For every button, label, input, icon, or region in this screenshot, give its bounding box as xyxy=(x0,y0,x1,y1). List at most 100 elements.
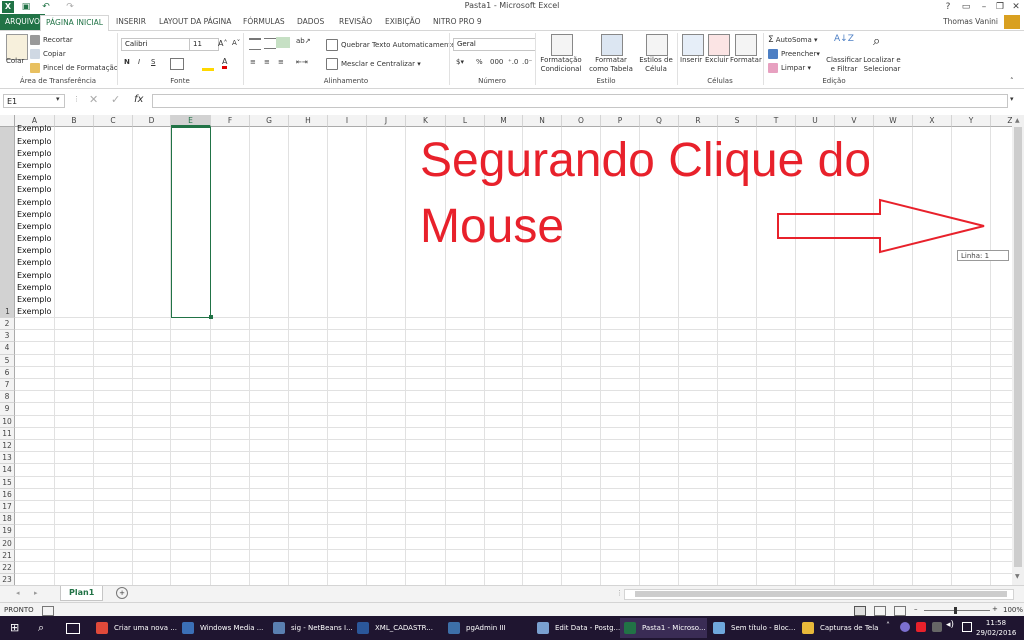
row-header-21[interactable]: 21 xyxy=(0,549,15,562)
percent-icon[interactable]: % xyxy=(476,58,483,66)
cell-a-text[interactable]: Exemplo xyxy=(15,222,51,231)
zoom-slider[interactable] xyxy=(924,607,990,614)
cell-a-text[interactable]: Exemplo xyxy=(15,283,51,292)
horizontal-scrollbar[interactable] xyxy=(624,589,1014,600)
cell-a-text[interactable]: Exemplo xyxy=(15,258,51,267)
row-header-9[interactable]: 9 xyxy=(0,403,15,416)
column-header-c[interactable]: C xyxy=(94,115,133,127)
row-header-3[interactable]: 3 xyxy=(0,330,15,343)
row-header-20[interactable]: 20 xyxy=(0,537,15,550)
zoom-in-icon[interactable]: + xyxy=(992,605,998,613)
add-sheet-icon[interactable]: + xyxy=(116,587,128,599)
cell-a-text[interactable]: Exemplo xyxy=(15,173,51,182)
paste-button[interactable]: Colar xyxy=(6,57,24,65)
cell-a-text[interactable]: Exemplo xyxy=(15,198,51,207)
autosum-button[interactable]: Σ AutoSoma ▾ xyxy=(768,35,818,45)
minimize-icon[interactable]: – xyxy=(976,0,992,14)
tab-file[interactable]: ARQUIVO xyxy=(0,14,45,30)
underline-button[interactable]: S xyxy=(151,58,155,66)
tray-app-icon[interactable] xyxy=(900,622,910,632)
help-icon[interactable]: ? xyxy=(940,0,956,14)
fill-handle[interactable] xyxy=(209,315,213,319)
tab-split-icon[interactable]: ⋮ xyxy=(616,589,623,597)
insert-function-icon[interactable]: fx xyxy=(134,94,143,105)
column-header-t[interactable]: T xyxy=(757,115,796,127)
column-header-b[interactable]: B xyxy=(55,115,94,127)
taskbar-item[interactable]: Edit Data - Postg... xyxy=(533,618,620,638)
orientation-icon[interactable]: ab↗ xyxy=(296,37,311,45)
row-header-6[interactable]: 6 xyxy=(0,366,15,379)
tray-chevron-icon[interactable]: ˄ xyxy=(886,621,890,630)
taskbar-item[interactable]: Sem título - Bloc... xyxy=(709,618,796,638)
cell-a-text[interactable]: Exemplo xyxy=(15,124,51,133)
h-scroll-thumb[interactable] xyxy=(635,591,1007,597)
column-header-j[interactable]: J xyxy=(367,115,406,127)
start-icon[interactable]: ⊞ xyxy=(10,622,22,634)
user-name[interactable]: Thomas Vanini xyxy=(943,17,998,26)
cell-styles-button[interactable]: Estilos de Célula xyxy=(638,56,674,74)
cell-a-text[interactable]: Exemplo xyxy=(15,295,51,304)
indent-icon[interactable]: ⇤⇥ xyxy=(296,58,308,66)
row-header-22[interactable]: 22 xyxy=(0,562,15,575)
zoom-out-icon[interactable]: – xyxy=(914,605,918,613)
format-painter-button[interactable]: Pincel de Formatação xyxy=(30,63,118,73)
cell-a-text[interactable]: Exemplo xyxy=(15,210,51,219)
merge-center-button[interactable]: Mesclar e Centralizar ▾ xyxy=(326,58,421,70)
column-header-h[interactable]: H xyxy=(289,115,328,127)
row-header-18[interactable]: 18 xyxy=(0,513,15,526)
insert-cells-button[interactable]: Inserir xyxy=(680,56,702,64)
sheet-tab-plan1[interactable]: Plan1 xyxy=(60,586,104,601)
ribbon-options-icon[interactable]: ▭ xyxy=(958,0,974,14)
wrap-text-button[interactable]: Quebrar Texto Automaticamente xyxy=(326,39,455,51)
clock[interactable]: 11:58 29/02/2016 xyxy=(976,618,1016,638)
page-layout-view-icon[interactable] xyxy=(874,606,886,616)
column-header-p[interactable]: P xyxy=(601,115,640,127)
comma-icon[interactable]: 000 xyxy=(490,58,503,66)
taskbar-item[interactable]: Criar uma nova ... xyxy=(92,618,177,638)
number-format-select[interactable]: Geral xyxy=(453,38,536,51)
next-sheet-icon[interactable]: ▸ xyxy=(34,589,38,597)
selection-range[interactable] xyxy=(171,127,211,318)
row-header-12[interactable]: 12 xyxy=(0,440,15,453)
tab-insert[interactable]: INSERIR xyxy=(111,15,151,29)
fill-button[interactable]: Preencher▾ xyxy=(768,49,820,59)
row-header-2[interactable]: 2 xyxy=(0,318,15,331)
fill-color-icon[interactable] xyxy=(202,58,214,71)
column-header-r[interactable]: R xyxy=(679,115,718,127)
tab-view[interactable]: EXIBIÇÃO xyxy=(380,15,426,29)
font-size-select[interactable]: 11 xyxy=(189,38,219,51)
tab-home[interactable]: PÁGINA INICIAL xyxy=(40,15,109,32)
find-select-button[interactable]: Localizar e Selecionar xyxy=(862,56,902,74)
column-header-s[interactable]: S xyxy=(718,115,757,127)
row-header-10[interactable]: 10 xyxy=(0,415,15,428)
tab-formulas[interactable]: FÓRMULAS xyxy=(238,15,290,29)
cell-a-text[interactable]: Exemplo xyxy=(15,234,51,243)
vertical-scrollbar[interactable]: ▲ ▼ xyxy=(1012,115,1024,585)
column-header-m[interactable]: M xyxy=(485,115,523,127)
tab-nitro[interactable]: NITRO PRO 9 xyxy=(428,15,487,29)
row-header-4[interactable]: 4 xyxy=(0,342,15,355)
borders-icon[interactable] xyxy=(170,58,184,70)
enter-icon[interactable]: ✓ xyxy=(111,93,120,106)
column-header-d[interactable]: D xyxy=(133,115,171,127)
sort-filter-button[interactable]: Classificar e Filtrar xyxy=(826,56,862,74)
tab-review[interactable]: REVISÃO xyxy=(334,15,377,29)
row-header-5[interactable]: 5 xyxy=(0,354,15,367)
taskbar-item[interactable]: XML_CADASTR... xyxy=(353,618,442,638)
task-view-icon[interactable] xyxy=(66,623,80,634)
row-header-19[interactable]: 19 xyxy=(0,525,15,538)
formula-input[interactable] xyxy=(152,94,1008,108)
tab-data[interactable]: DADOS xyxy=(292,15,329,29)
align-center-icon[interactable]: ≡ xyxy=(264,58,270,66)
conditional-format-button[interactable]: Formatação Condicional xyxy=(539,56,583,74)
scroll-down-icon[interactable]: ▼ xyxy=(1015,573,1020,580)
row-header-17[interactable]: 17 xyxy=(0,501,15,514)
zoom-slider-thumb[interactable] xyxy=(954,607,957,614)
avatar[interactable] xyxy=(1004,15,1020,29)
column-header-i[interactable]: I xyxy=(328,115,367,127)
cell-a-text[interactable]: Exemplo xyxy=(15,161,51,170)
row-header-23[interactable]: 23 xyxy=(0,574,15,585)
cell-a-text[interactable]: Exemplo xyxy=(15,149,51,158)
align-top-icon[interactable] xyxy=(249,38,261,50)
column-header-f[interactable]: F xyxy=(211,115,250,127)
